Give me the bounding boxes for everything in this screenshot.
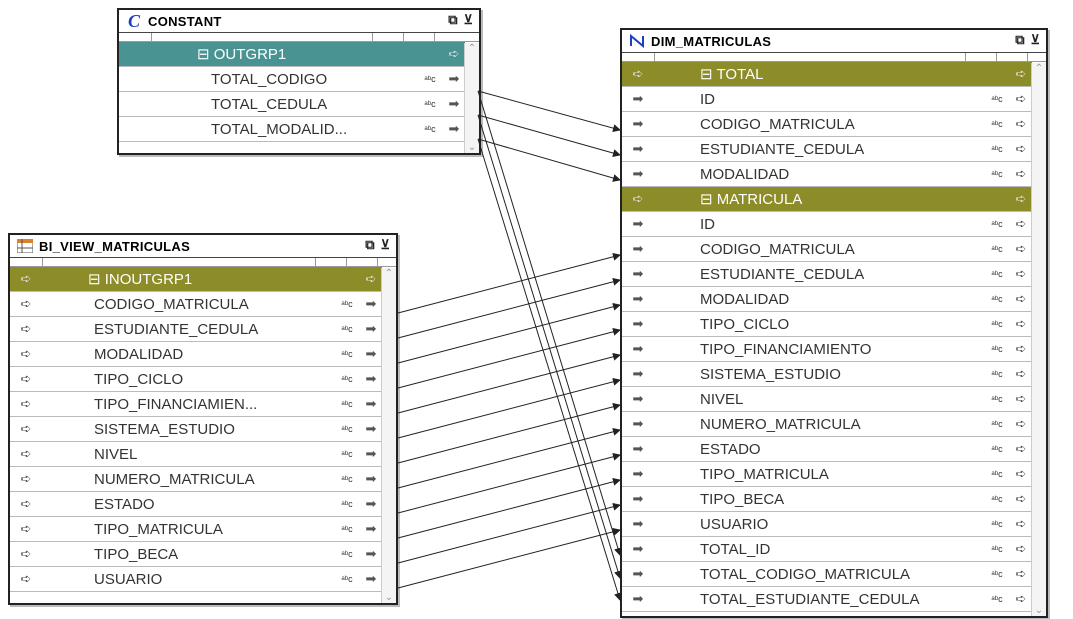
mapping-link [397, 452, 621, 514]
mapping-links [397, 90, 622, 601]
mapping-link [397, 502, 621, 564]
mapping-link [397, 352, 621, 414]
mapping-link [397, 302, 621, 364]
mapping-link [397, 327, 621, 389]
mapping-link [397, 277, 621, 339]
mapping-link [477, 114, 622, 579]
mapping-link [477, 138, 622, 601]
mapping-link [397, 477, 621, 539]
mapping-link [397, 527, 621, 589]
mapping-link [397, 252, 621, 314]
mapping-link [397, 377, 621, 439]
mapping-link [397, 427, 621, 489]
mapping-link [397, 402, 621, 464]
mapping-link [477, 90, 622, 556]
mapping-link [477, 114, 621, 157]
mapping-link [477, 90, 621, 133]
